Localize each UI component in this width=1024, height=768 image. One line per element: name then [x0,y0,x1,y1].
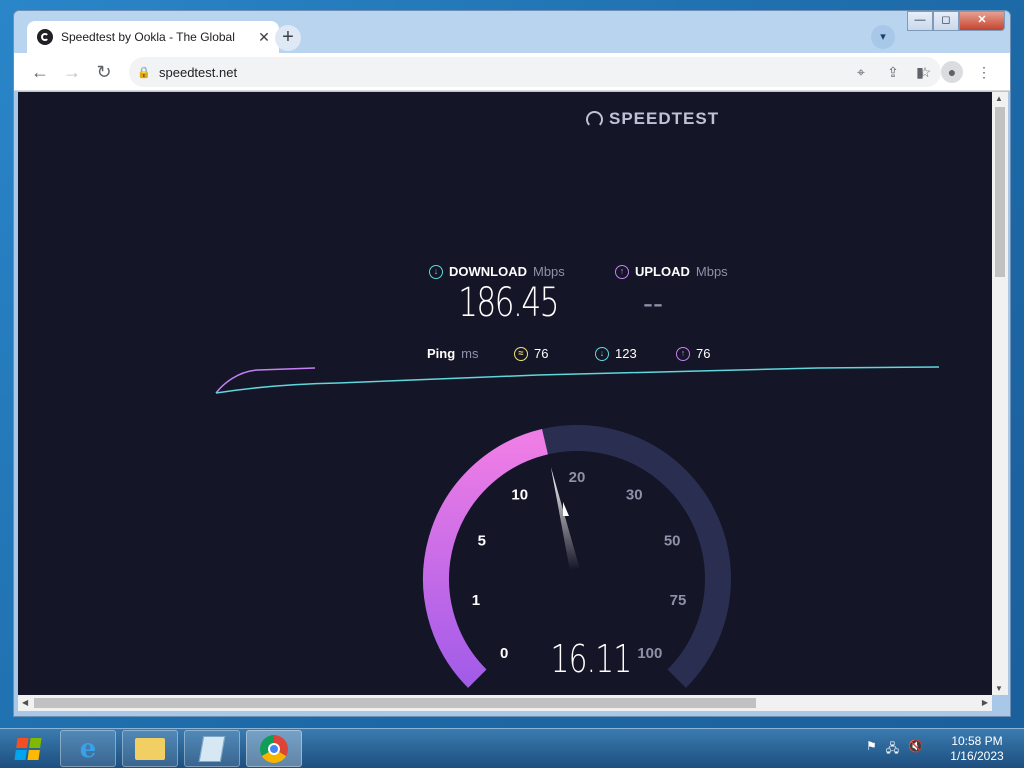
network-icon[interactable]: 🖧 [886,739,899,760]
windows-logo-icon [14,738,42,760]
horizontal-scrollbar[interactable]: ◀ ▶ [18,695,992,711]
action-center-flag-icon[interactable]: ⚑ [866,739,877,760]
system-clock[interactable]: 10:58 PM 1/16/2023 [935,734,1019,764]
volume-muted-icon[interactable]: 🔇 [908,739,923,760]
close-tab-icon[interactable]: ✕ [253,29,275,46]
reload-button[interactable]: ↻ [93,61,115,83]
gauge-tick-label: 10 [511,486,528,503]
speed-gauge: 0151020305075100 [423,425,731,688]
gauge-reading: 16.11 [550,637,633,681]
forward-button[interactable]: → [61,61,83,83]
internet-explorer-icon: e [79,733,97,764]
chrome-icon [260,734,288,763]
clock-date: 1/16/2023 [950,749,1004,763]
file-explorer-taskbar-button[interactable] [122,730,178,767]
gauge-tick-label: 20 [569,469,586,486]
tab-search-button[interactable]: ▾ [871,25,895,49]
gauge-fill [423,429,549,688]
back-button[interactable]: ← [29,61,51,83]
start-button[interactable] [4,732,52,766]
gauge-tick-label: 5 [478,533,486,550]
speedtest-favicon-icon [37,29,53,45]
profile-avatar[interactable]: ● [941,61,963,83]
new-tab-button[interactable]: + [275,25,301,51]
notepad-taskbar-button[interactable] [184,730,240,767]
clock-time: 10:58 PM [951,734,1003,748]
close-window-button[interactable]: ✕ [959,11,1005,31]
browser-window: Speedtest by Ookla - The Global ✕ + ▾ — … [13,10,1011,717]
share-icon[interactable]: ⇪ [877,64,909,81]
scroll-up-icon[interactable]: ▲ [995,94,1003,103]
taskbar: e ⚑ 🖧 🔇 10:58 PM 1/16/2023 [0,728,1024,768]
gauge-tick-label: 0 [500,645,508,662]
minimize-button[interactable]: — [907,11,933,31]
window-controls: — ◻ ✕ [907,11,1005,31]
system-tray: ⚑ 🖧 🔇 [866,739,923,760]
side-panel-icon[interactable]: ▮ [909,61,931,83]
browser-tab[interactable]: Speedtest by Ookla - The Global ✕ [27,21,279,53]
notepad-icon [198,735,226,762]
gauge-tick-label: 75 [670,592,687,609]
page-content: SPEEDTEST ↓ DOWNLOAD Mbps ↑ UPLOAD Mbps … [18,92,992,695]
vertical-scrollbar[interactable]: ▲ ▼ [992,92,1008,695]
vertical-scroll-thumb[interactable] [995,107,1005,277]
location-icon[interactable]: ⌖ [845,64,877,81]
gauge-tick-label: 30 [626,486,643,503]
mouse-cursor [563,502,569,516]
internet-explorer-taskbar-button[interactable]: e [60,730,116,767]
chrome-taskbar-button[interactable] [246,730,302,767]
horizontal-scroll-thumb[interactable] [34,698,756,708]
lock-icon[interactable]: 🔒 [129,66,159,79]
maximize-button[interactable]: ◻ [933,11,959,31]
url-text: speedtest.net [159,64,238,80]
gauge-tick-label: 50 [664,533,681,550]
tab-title: Speedtest by Ookla - The Global [61,30,235,44]
folder-icon [135,737,165,760]
scroll-left-icon[interactable]: ◀ [22,698,28,707]
menu-kebab-icon[interactable]: ⋮ [973,61,995,83]
scroll-right-icon[interactable]: ▶ [982,698,988,707]
browser-toolbar: ← → ↻ 🔒 speedtest.net ⌖ ⇪ ☆ ▮ ● ⋮ [14,53,1010,91]
address-bar[interactable]: 🔒 speedtest.net ⌖ ⇪ ☆ [129,57,941,87]
gauge-tick-label: 1 [472,592,480,609]
scroll-down-icon[interactable]: ▼ [995,684,1003,693]
